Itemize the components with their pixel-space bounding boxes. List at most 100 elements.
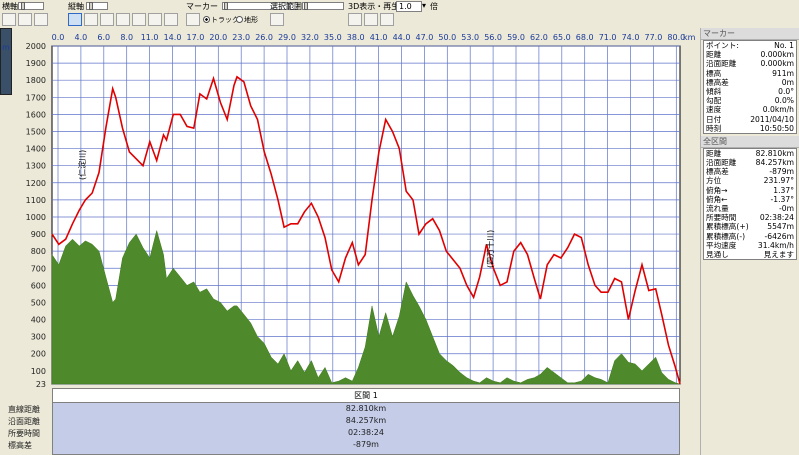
x-tick-label: 59.0: [507, 33, 525, 42]
range-red-icon[interactable]: [270, 13, 284, 26]
marker-info-row-value: No. 1: [774, 41, 794, 50]
range-info-row: 沿面距離 84.257km: [704, 158, 796, 167]
play-back-icon[interactable]: [348, 13, 362, 26]
segment-summary: 直線距離 沿面距離 所要時間 標高差 区間 1 82.810km 84.257k…: [0, 388, 700, 455]
range-slider[interactable]: [302, 2, 344, 10]
marker-info-row-value: 0m: [781, 77, 794, 87]
stop-icon[interactable]: [364, 13, 378, 26]
view-mode-2-icon[interactable]: [18, 13, 32, 26]
range-info-row: 俯角→ 1.37°: [704, 186, 796, 195]
summary-value-elevdiff: -879m: [353, 440, 379, 449]
range-info-row: 流れ量 -0m: [704, 204, 796, 213]
range-info-row-value: 見えます: [763, 249, 794, 259]
range-label: 選択範囲: [270, 2, 302, 11]
range-info-row-value: 84.257km: [755, 158, 794, 168]
marker-red-icon[interactable]: [186, 13, 200, 26]
range-info-box: 距離 82.810km 沿面距離 84.257km 標高差 -879m 方位 231.97° 俯…: [703, 147, 797, 261]
terrain-radio-label: 地形: [244, 16, 258, 24]
y-tick-label: 1300: [26, 162, 46, 171]
x-tick-label: 20.0: [209, 33, 227, 42]
y-tick-label: 200: [31, 350, 46, 359]
y-tick-label: 500: [31, 298, 46, 307]
annotation-niyodo: (仁淀川): [77, 150, 87, 180]
x-tick-label: 44.0: [393, 33, 411, 42]
marker-label: マーカー: [186, 2, 218, 11]
marker-info-row-label: 速度: [706, 105, 722, 115]
segment-header[interactable]: 区間 1: [53, 389, 679, 403]
summary-value-straight: 82.810km: [345, 404, 387, 413]
range-info-row: 平均速度 31.4km/h: [704, 241, 796, 250]
x-tick-label: 0.0: [52, 33, 65, 42]
range-info-row-value: -6426m: [764, 231, 794, 241]
y-tick-label: 1600: [26, 110, 46, 119]
marker-info-row-label: 標高: [706, 68, 722, 78]
range-info-row: 所要時間 02:38:24: [704, 213, 796, 222]
horizontal-scale-slider[interactable]: [18, 2, 44, 10]
summary-box[interactable]: 区間 1 82.810km 84.257km 02:38:24 -879m: [52, 388, 680, 455]
elevation-chart[interactable]: 0.0 4.0 6.0 8.0 11.0 14.0 17.0 20.0 23.0 26.0 29.0…: [0, 28, 700, 393]
range-info-row-label: 方位: [706, 176, 722, 186]
range-info-row-label: 所要時間: [706, 213, 737, 223]
y-tick-label: 1400: [26, 145, 46, 154]
range-info-row-value: 1.37°: [773, 185, 794, 195]
vertical-scale-thumb[interactable]: [89, 2, 93, 10]
view-mode-3-icon[interactable]: [34, 13, 48, 26]
speed-select[interactable]: 1.0: [396, 1, 422, 12]
marker-info-row: 標高 911m: [704, 69, 796, 78]
view-mode-1-icon[interactable]: [2, 13, 16, 26]
x-tick-label: 71.0: [599, 33, 617, 42]
range-info-row-value: 31.4km/h: [757, 240, 794, 250]
marker-info-row-value: 911m: [772, 68, 794, 78]
vertical-scale-slider[interactable]: [86, 2, 108, 10]
marker-info-row: ポイント: No. 1: [704, 41, 796, 50]
range-info-row: 累積標高(+) 5547m: [704, 222, 796, 231]
y-tick-label: 700: [31, 264, 46, 273]
marker-info-row: 沿面距離 0.000km: [704, 59, 796, 68]
chart-shape-2-icon[interactable]: [116, 13, 130, 26]
marker-info-row-value: 0.0%: [774, 96, 794, 106]
marker-info-row-label: 標高差: [706, 77, 729, 87]
marker-info-row: 標高差 0m: [704, 78, 796, 87]
terrain-radio[interactable]: 地形: [236, 15, 258, 25]
marker-info-row-value: 0.0°: [778, 86, 794, 96]
horizontal-scale-thumb[interactable]: [21, 2, 25, 10]
y-tick-label: 1100: [26, 196, 46, 205]
marker-info-row: 傾斜 0.0°: [704, 87, 796, 96]
range-info-row: 累積標高(-) -6426m: [704, 232, 796, 241]
range-thumb[interactable]: [304, 2, 308, 10]
range-info-row-label: 標高差: [706, 167, 729, 177]
x-tick-label: 11.0: [141, 33, 159, 42]
marker-info-row-label: 傾斜: [706, 86, 722, 96]
chart-shape-3-icon[interactable]: [132, 13, 146, 26]
range-info-row: 見通し 見えます: [704, 250, 796, 259]
x-tick-label: 50.0: [438, 33, 456, 42]
track-radio[interactable]: トラック: [203, 15, 239, 25]
play-forward-icon[interactable]: [380, 13, 394, 26]
range-panel-title: 全区間: [701, 135, 799, 148]
marker-info-row-value: 0.000km: [760, 50, 794, 60]
track-radio-dot[interactable]: [203, 16, 210, 23]
speed-dropdown-arrow-icon[interactable]: ▾: [422, 1, 426, 10]
summary-value-surface: 84.257km: [345, 416, 387, 425]
chart-shape-1-icon[interactable]: [100, 13, 114, 26]
terrain-radio-dot[interactable]: [236, 16, 243, 23]
chart-shape-5-icon[interactable]: [164, 13, 178, 26]
marker-info-row-value: 2011/04/10: [750, 114, 794, 124]
marker-thumb[interactable]: [224, 2, 228, 10]
range-info-row-label: 俯角→: [706, 185, 728, 195]
chart-shape-4-icon[interactable]: [148, 13, 162, 26]
x-tick-label: 56.0: [484, 33, 502, 42]
range-info-row-label: 距離: [706, 148, 722, 158]
chart-line-icon[interactable]: [68, 13, 82, 26]
x-tick-label: 29.0: [278, 33, 296, 42]
marker-info-row-label: 時刻: [706, 123, 722, 133]
range-info-row-label: 平均速度: [706, 240, 737, 250]
chart-bar-icon[interactable]: [84, 13, 98, 26]
marker-info-row-value: 0.0km/h: [762, 105, 794, 115]
x-tick-label: 47.0: [415, 33, 433, 42]
y-tick-label: 1200: [26, 179, 46, 188]
marker-info-row-label: 沿面距離: [706, 59, 737, 69]
x-tick-label: 26.0: [255, 33, 273, 42]
x-tick-label: 14.0: [164, 33, 182, 42]
x-tick-label: 41.0: [370, 33, 388, 42]
